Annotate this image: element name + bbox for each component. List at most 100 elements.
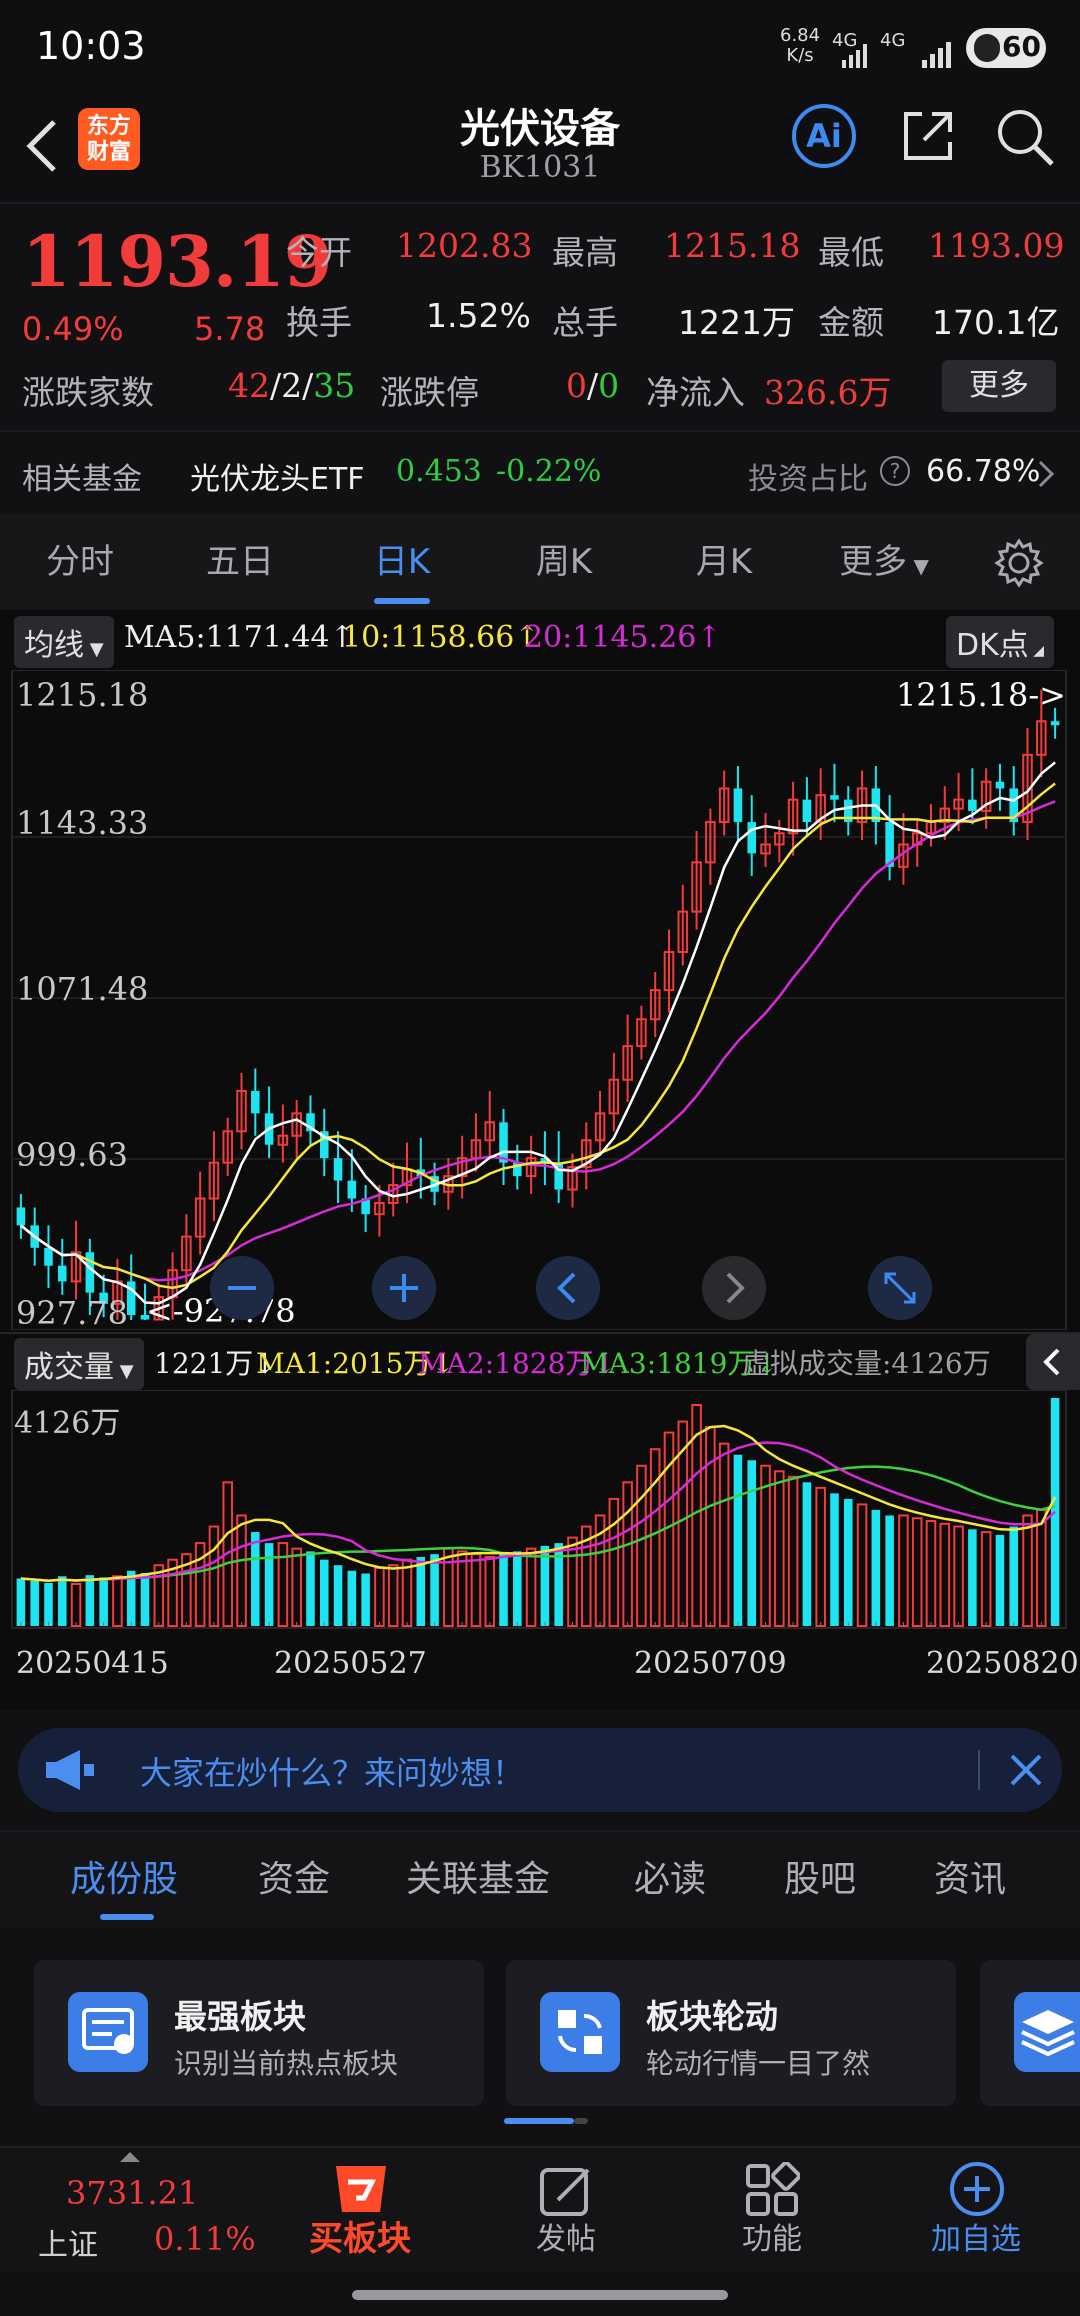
ai-assistant-button[interactable]: Ai bbox=[792, 104, 856, 168]
volume-bar-up bbox=[401, 1558, 413, 1627]
chevron-right-icon[interactable] bbox=[1036, 460, 1056, 488]
tab-intraday[interactable]: 分时 bbox=[30, 514, 130, 610]
content-tabs: 成份股 资金 关联基金 必读 股吧 资讯 bbox=[0, 1830, 1080, 1930]
volume-bar-up bbox=[898, 1514, 909, 1627]
volume-bar-up bbox=[787, 1475, 799, 1627]
date-tick-label: 20250415 bbox=[16, 1646, 169, 1681]
strongest-sector-card[interactable]: 最强板块 识别当前热点板块 bbox=[34, 1960, 484, 2106]
volume-bar-down bbox=[830, 1493, 839, 1626]
low-value: 1193.09 bbox=[928, 226, 1065, 265]
dropdown-caret-icon: ▼ bbox=[84, 639, 104, 660]
volume-max-label: 4126万 bbox=[14, 1406, 121, 1441]
more-card[interactable] bbox=[980, 1960, 1080, 2106]
kline-chart[interactable]: 均线 ▼ MA5:1171.44↑ 10:1158.66↑ 20:1145.26… bbox=[0, 610, 1080, 1710]
index-name: 上证 bbox=[38, 2228, 98, 2263]
candle-down bbox=[802, 799, 812, 823]
netflow-label: 净流入 bbox=[646, 373, 745, 412]
share-icon[interactable] bbox=[898, 106, 958, 166]
volume-bar-up bbox=[525, 1547, 537, 1627]
high-label: 最高 bbox=[552, 233, 618, 272]
index-ticker[interactable]: 3731.21 上证 0.11% bbox=[0, 2148, 270, 2272]
virtual-volume-legend: 虚拟成交量:4126万 bbox=[742, 1347, 991, 1380]
scroll-left-button[interactable] bbox=[536, 1256, 600, 1320]
settings-gear-icon[interactable] bbox=[994, 538, 1044, 588]
add-watchlist-label: 加自选 bbox=[931, 2222, 1021, 2257]
volume-bar-up bbox=[567, 1536, 578, 1627]
volume-bar-up bbox=[291, 1547, 302, 1627]
post-button[interactable]: 发帖 bbox=[496, 2148, 636, 2272]
volume-bar-up bbox=[939, 1522, 951, 1627]
volume-bar-up bbox=[374, 1566, 385, 1628]
card-title: 最强板块 bbox=[174, 1997, 306, 2036]
dk-point-button[interactable]: DK点 ◢ bbox=[946, 616, 1054, 668]
turnover-value: 1.52% bbox=[426, 296, 531, 335]
tab-news[interactable]: 资讯 bbox=[934, 1832, 1006, 1928]
volume-bar-down bbox=[16, 1578, 26, 1626]
card-subtitle: 识别当前热点板块 bbox=[174, 2047, 399, 2080]
signal-icon bbox=[842, 44, 867, 68]
tab-weekly-k[interactable]: 周K bbox=[514, 514, 614, 610]
sector-rotation-card[interactable]: 板块轮动 轮动行情一目了然 bbox=[506, 1960, 956, 2106]
volume-bar-up bbox=[470, 1553, 482, 1627]
chevron-left-icon bbox=[557, 1272, 576, 1304]
volume-bar-down bbox=[306, 1551, 315, 1626]
candlestick-plot[interactable] bbox=[0, 670, 1080, 1330]
high-value: 1215.18 bbox=[664, 226, 801, 265]
related-fund-label: 相关基金 bbox=[22, 462, 142, 497]
tab-must-read[interactable]: 必读 bbox=[634, 1832, 706, 1928]
layers-icon bbox=[1014, 1992, 1080, 2072]
volume-bar-down bbox=[416, 1556, 426, 1626]
tab-daily-k[interactable]: 日K bbox=[352, 514, 452, 610]
volume-plot[interactable] bbox=[0, 1390, 1080, 1630]
date-tick-label: 20250709 bbox=[634, 1646, 787, 1681]
more-button[interactable]: 更多 bbox=[942, 360, 1056, 412]
volume-indicator-selector[interactable]: 成交量 ▼ bbox=[14, 1338, 144, 1390]
volume-bar-down bbox=[347, 1570, 357, 1626]
related-fund-name[interactable]: 光伏龙头ETF bbox=[190, 454, 365, 498]
expand-icon bbox=[884, 1272, 916, 1304]
ma10-legend: 10:1158.66↑ bbox=[342, 620, 540, 655]
volume-bar-up bbox=[925, 1520, 937, 1628]
indicator-selector[interactable]: 均线 ▼ bbox=[14, 616, 114, 668]
active-tab-indicator bbox=[100, 1914, 154, 1920]
collapse-panel-button[interactable] bbox=[1026, 1334, 1080, 1390]
volume-bar-down bbox=[30, 1580, 39, 1626]
ask-banner[interactable]: 大家在炒什么？来问妙想！ bbox=[18, 1728, 1062, 1812]
carousel-indicator-track bbox=[574, 2118, 588, 2124]
home-indicator[interactable] bbox=[352, 2290, 728, 2300]
search-icon[interactable] bbox=[994, 106, 1058, 170]
index-value: 3731.21 bbox=[66, 2174, 199, 2212]
zoom-in-button[interactable] bbox=[372, 1256, 436, 1320]
tab-more[interactable]: 更多 ▼ bbox=[834, 514, 934, 610]
index-change: 0.11% bbox=[154, 2220, 256, 2258]
status-bar: 10:03 6.84 K/s 4G 4G 60 bbox=[0, 0, 1080, 96]
close-icon[interactable] bbox=[1008, 1752, 1044, 1788]
volume-bar-down bbox=[140, 1572, 150, 1626]
divider bbox=[0, 430, 1080, 432]
zoom-out-button[interactable] bbox=[210, 1256, 274, 1320]
functions-button[interactable]: 功能 bbox=[702, 2148, 842, 2272]
candle-down bbox=[57, 1265, 67, 1282]
scroll-right-button[interactable] bbox=[702, 1256, 766, 1320]
tab-capital[interactable]: 资金 bbox=[258, 1832, 330, 1928]
help-icon[interactable]: ? bbox=[880, 456, 910, 486]
volume-bar-up bbox=[718, 1442, 730, 1627]
tab-monthly-k[interactable]: 月K bbox=[674, 514, 774, 610]
bottom-nav: 3731.21 上证 0.11% 买板块 发帖 功能 加自选 bbox=[0, 2146, 1080, 2272]
add-watchlist-button[interactable]: 加自选 bbox=[906, 2148, 1046, 2272]
candle-down bbox=[347, 1180, 357, 1199]
volume-bar-up bbox=[484, 1555, 496, 1628]
volume-bar-down bbox=[1009, 1526, 1019, 1626]
banner-text: 大家在炒什么？来问妙想！ bbox=[140, 1754, 525, 1792]
tab-related-funds[interactable]: 关联基金 bbox=[406, 1832, 550, 1928]
card-subtitle: 轮动行情一目了然 bbox=[646, 2047, 871, 2080]
buy-sector-button[interactable]: 买板块 bbox=[290, 2148, 430, 2272]
volume-bar-down bbox=[57, 1576, 67, 1626]
fullscreen-button[interactable] bbox=[868, 1256, 932, 1320]
ma5-legend: MA5:1171.44↑ bbox=[124, 620, 355, 655]
tab-forum[interactable]: 股吧 bbox=[784, 1832, 856, 1928]
tab-five-day[interactable]: 五日 bbox=[190, 514, 290, 610]
related-fund-change: -0.22% bbox=[496, 454, 602, 489]
high-price-marker: 1215.18-> bbox=[896, 676, 1066, 714]
turnover-label: 换手 bbox=[286, 303, 352, 342]
